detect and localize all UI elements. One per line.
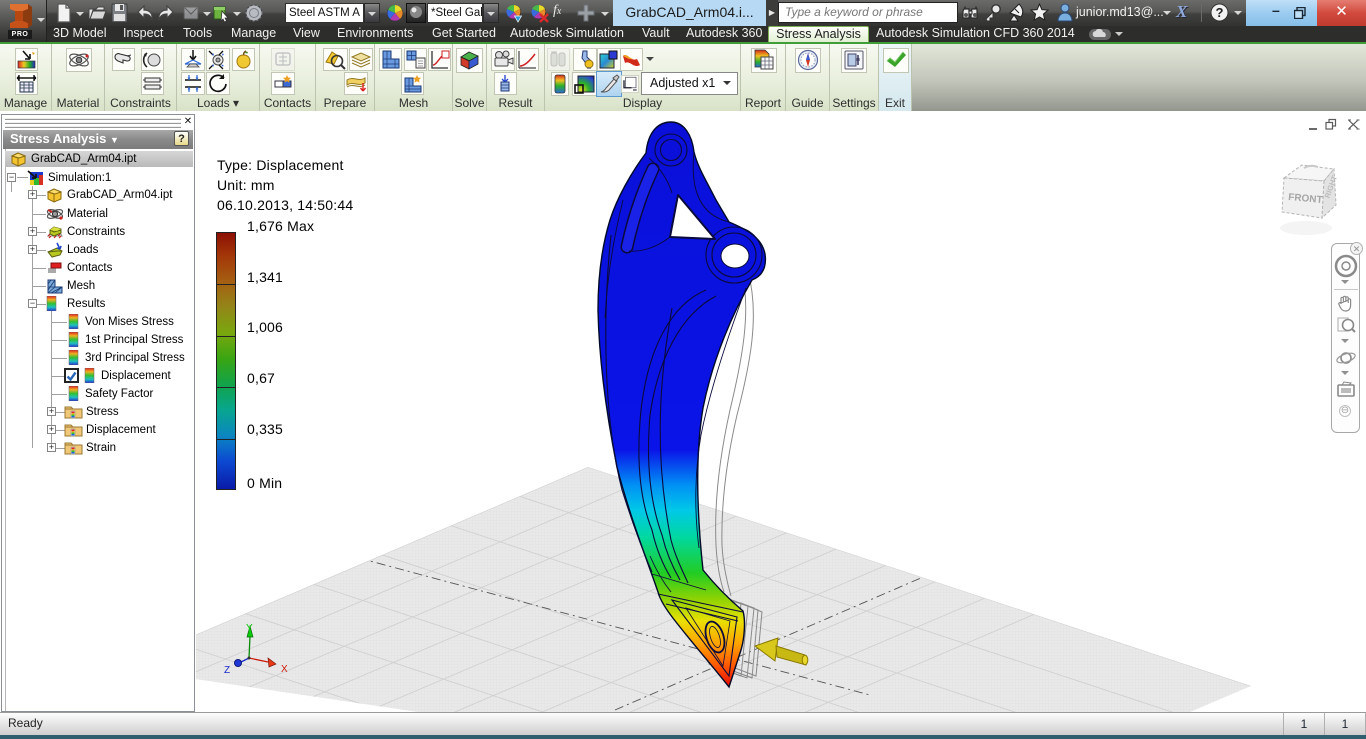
- svg-text:Y: Y: [246, 623, 253, 634]
- svg-text:X: X: [281, 664, 288, 675]
- svg-text:?: ?: [1216, 5, 1224, 20]
- svg-text:Z: Z: [224, 665, 230, 676]
